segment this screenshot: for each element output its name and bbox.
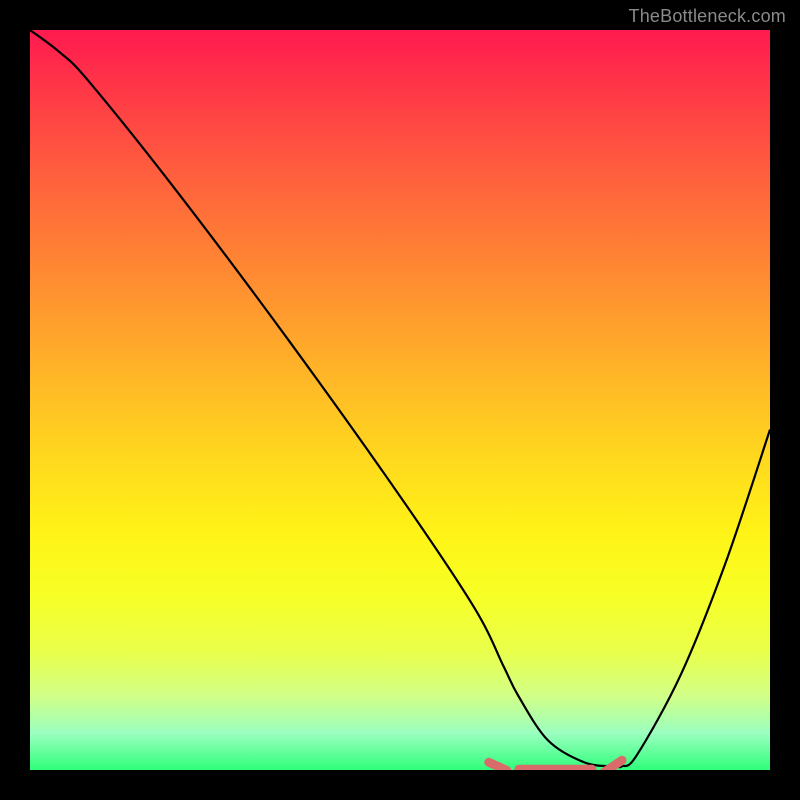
optimal-marker-right [604, 760, 622, 770]
optimal-marker-left [489, 762, 507, 770]
bottleneck-curve-line [30, 30, 770, 767]
chart-frame: TheBottleneck.com [0, 0, 800, 800]
bottleneck-curve-svg [30, 30, 770, 770]
watermark-text: TheBottleneck.com [629, 6, 786, 27]
plot-area [30, 30, 770, 770]
